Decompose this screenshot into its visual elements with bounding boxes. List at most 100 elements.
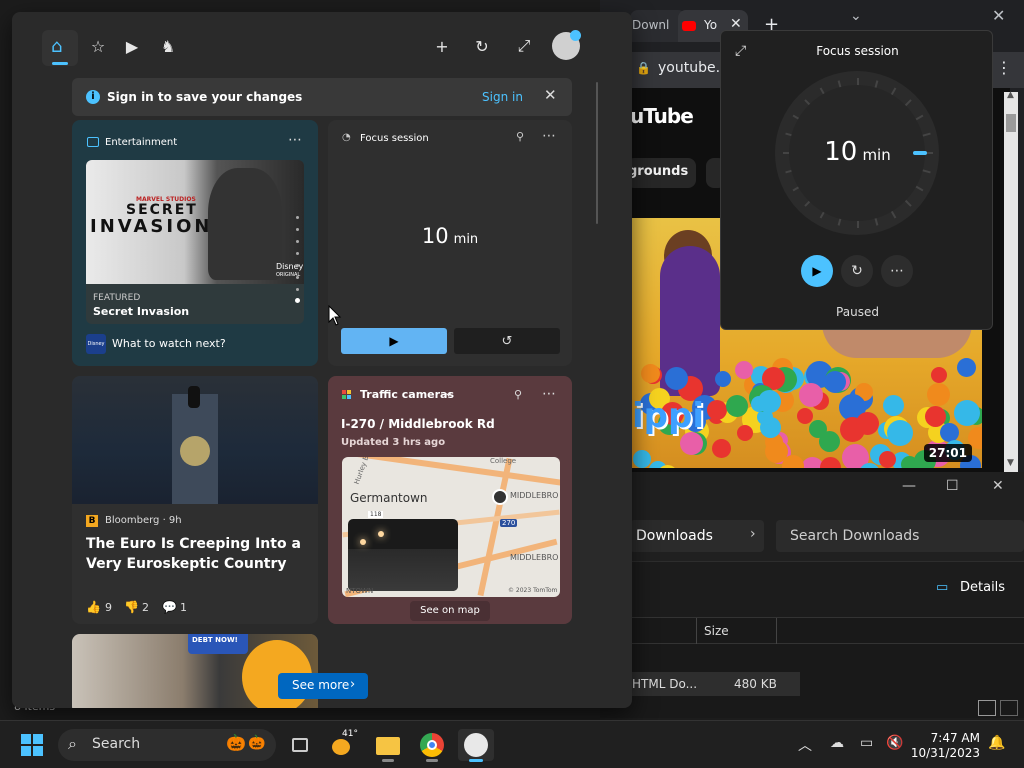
file-explorer-button[interactable]: [370, 729, 406, 762]
ball: [715, 371, 731, 387]
more-button[interactable]: ⋯: [881, 255, 913, 287]
maximize-icon[interactable]: ☐: [946, 478, 959, 494]
ball: [633, 450, 651, 468]
map-label: Hurley Bl: [352, 457, 372, 486]
close-icon[interactable]: ✕: [544, 86, 557, 104]
carousel-dot[interactable]: [296, 228, 299, 231]
carousel-dot[interactable]: [296, 276, 299, 279]
chrome-menu-icon[interactable]: ⋮: [996, 58, 1012, 77]
poster-title-line-2: INVASION: [90, 216, 213, 237]
taskbar: ⌕ Search 🎃 🎃 41° ︿ ☁ ▭ 🔇 7:47 AM 10/31/2…: [0, 720, 1024, 768]
carousel-dot[interactable]: [296, 240, 299, 243]
taskbar-search[interactable]: ⌕ Search 🎃 🎃: [58, 729, 276, 761]
details-button[interactable]: Details: [960, 580, 1005, 595]
task-view-button[interactable]: [284, 729, 320, 761]
scroll-up-icon[interactable]: ▲: [1007, 90, 1014, 100]
entertainment-card[interactable]: Entertainment ⋯ MARVEL STUDIOS SECRET IN…: [72, 120, 318, 366]
carousel-dot[interactable]: [296, 264, 299, 267]
carousel-dot[interactable]: [296, 252, 299, 255]
traffic-map[interactable]: Germantown MIDDLEBRO MIDDLEBRO Hurley Bl…: [342, 457, 560, 597]
volume-muted-icon[interactable]: 🔇: [886, 735, 903, 751]
more-icon[interactable]: ⋯: [542, 386, 556, 402]
featured-poster[interactable]: MARVEL STUDIOS SECRET INVASION Disney+ O…: [86, 160, 304, 324]
news-image: [72, 376, 318, 504]
window-close-icon[interactable]: ✕: [992, 6, 1005, 25]
like-icon[interactable]: 👍: [86, 600, 101, 614]
scrollbar[interactable]: ▲ ▼: [1004, 90, 1018, 472]
expand-icon[interactable]: ⤢: [510, 32, 538, 60]
chevron-right-icon[interactable]: ›: [750, 526, 756, 542]
clock-app-button[interactable]: [458, 729, 494, 762]
minimize-icon[interactable]: —: [902, 478, 916, 494]
panel-scrollbar[interactable]: [596, 82, 598, 224]
chevron-down-icon[interactable]: ⌄: [850, 8, 862, 24]
pin-icon[interactable]: ⚲: [516, 130, 524, 143]
add-icon[interactable]: +: [428, 32, 456, 60]
traffic-cameras-card[interactable]: Traffic cameras ⌄ ⚲ ⋯ I-270 / Middlebroo…: [328, 376, 572, 624]
column-divider: [696, 618, 697, 644]
more-icon[interactable]: ⋯: [542, 128, 556, 144]
camera-snapshot[interactable]: [348, 519, 458, 591]
sign-in-link[interactable]: Sign in: [482, 90, 523, 104]
traffic-icon-dot: [347, 395, 351, 399]
address-text: youtube.c: [658, 60, 728, 76]
weather-button[interactable]: 41°: [326, 729, 362, 761]
carousel-dot[interactable]: [296, 216, 299, 219]
pin-icon[interactable]: ⚲: [514, 388, 522, 401]
notification-bell-icon[interactable]: 🔔: [988, 735, 1005, 751]
home-icon: ⌂: [51, 36, 63, 57]
tiles-view-icon[interactable]: [1000, 700, 1018, 716]
video-icon[interactable]: ▶: [118, 32, 146, 60]
clock-icon: [464, 733, 488, 757]
breadcrumb[interactable]: Downloads ›: [630, 520, 764, 552]
more-icon[interactable]: ⋯: [288, 132, 302, 148]
camera-marker-icon[interactable]: [492, 489, 508, 505]
scroll-down-icon[interactable]: ▼: [1007, 458, 1014, 468]
display-icon[interactable]: ▭: [860, 735, 873, 751]
clock[interactable]: 7:47 AM 10/31/2023: [910, 731, 980, 761]
avatar[interactable]: [552, 30, 581, 60]
news-card[interactable]: B Bloomberg · 9h The Euro Is Creeping In…: [72, 376, 318, 624]
news-headline[interactable]: The Euro Is Creeping Into a Very Euroske…: [86, 534, 308, 574]
nav-home[interactable]: ⌂: [42, 30, 78, 66]
chrome-button[interactable]: [414, 729, 450, 762]
reset-button[interactable]: ↻: [841, 255, 873, 287]
focus-card-unit: min: [453, 232, 479, 247]
focus-play-button[interactable]: ▶: [341, 328, 447, 354]
search-downloads-placeholder: Search Downloads: [790, 528, 920, 544]
carousel-dots[interactable]: [295, 216, 300, 303]
see-more-label: See more: [292, 678, 350, 692]
slider-handle[interactable]: [913, 151, 927, 155]
see-more-button[interactable]: See more ›: [278, 673, 368, 699]
focus-reset-button[interactable]: ↺: [454, 328, 560, 354]
entertainment-footer[interactable]: What to watch next?: [112, 337, 226, 350]
comment-icon[interactable]: 💬: [162, 600, 177, 614]
breadcrumb-downloads: Downloads: [636, 528, 713, 544]
details-view-icon[interactable]: [978, 700, 996, 716]
carousel-dot-active[interactable]: [295, 298, 300, 303]
search-downloads-input[interactable]: Search Downloads: [776, 520, 1024, 552]
map-label: MIDDLEBRO: [510, 553, 559, 562]
traffic-title[interactable]: Traffic cameras: [360, 388, 454, 401]
windows-logo-icon: [21, 734, 43, 756]
add-widget-icon[interactable]: ☆: [84, 32, 112, 60]
column-header-size[interactable]: Size: [704, 624, 729, 638]
puzzle-icon[interactable]: ♞: [154, 32, 182, 60]
window-close-icon[interactable]: ✕: [992, 478, 1004, 494]
chevron-up-icon[interactable]: ︿: [798, 735, 812, 755]
carousel-dot[interactable]: [296, 288, 299, 291]
play-button[interactable]: ▶: [801, 255, 833, 287]
chevron-down-icon[interactable]: ⌄: [444, 386, 453, 399]
start-button[interactable]: [14, 729, 50, 761]
protest-sign: DEBT NOW!: [188, 634, 248, 654]
explorer-title-bar: — ☐ ✕: [600, 472, 1024, 512]
scrollbar-thumb[interactable]: [1006, 114, 1016, 132]
refresh-icon[interactable]: ↻: [468, 32, 496, 60]
see-on-map-button[interactable]: See on map: [410, 601, 490, 621]
onedrive-icon[interactable]: ☁: [830, 735, 844, 751]
youtube-chip[interactable]: grounds: [626, 158, 696, 188]
map-copyright: © 2023 TomTom: [508, 587, 558, 594]
focus-session-card: ◔ Focus session ⚲ ⋯ 10 min ▶ ↺: [328, 120, 572, 366]
dislike-icon[interactable]: 👎: [124, 600, 139, 614]
reset-icon: ↻: [851, 263, 863, 279]
